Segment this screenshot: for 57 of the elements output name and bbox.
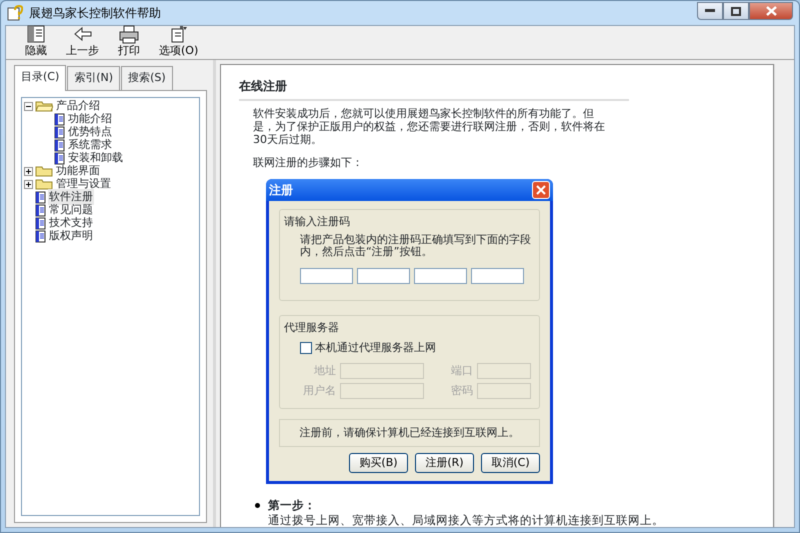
notice-text: 注册前，请确保计算机已经连接到互联网上。 <box>279 418 540 447</box>
hide-pane-icon <box>25 24 47 44</box>
collapse-toggle[interactable] <box>24 102 33 110</box>
toolbar-button[interactable]: 隐藏 <box>16 24 56 57</box>
code-field[interactable] <box>471 268 524 284</box>
tree-item[interactable]: 产品介绍 <box>55 98 101 114</box>
page-icon <box>35 204 46 216</box>
dialog-title: 注册 <box>269 182 293 199</box>
expand-toggle[interactable] <box>24 180 33 188</box>
paragraph: 软件安装成功后，您就可以使用展翅鸟家长控制软件的所有功能了。但是，为了保护正版用户的权益，您还需要进行联网注册，否则，软件将在30天后过期。 <box>253 107 606 146</box>
code-field[interactable] <box>357 268 410 284</box>
page-icon <box>35 216 46 230</box>
close-button[interactable] <box>749 2 793 20</box>
checkbox-label: 本机通过代理服务器上网 <box>315 340 436 356</box>
tab[interactable]: 索引(N) <box>67 66 120 90</box>
dialog-button[interactable]: 取消(C) <box>481 453 540 473</box>
help-icon <box>7 5 23 21</box>
open-folder-icon <box>35 100 53 112</box>
tab[interactable]: 目录(C) <box>14 65 66 90</box>
toolbar-button[interactable]: 打印 <box>109 24 149 57</box>
page-icon <box>54 138 65 152</box>
printer-icon <box>118 24 140 44</box>
dialog-button[interactable]: 注册(R) <box>415 453 474 473</box>
tab[interactable]: 搜索(S) <box>121 66 173 90</box>
tree-item[interactable]: 软件注册 <box>48 188 94 206</box>
paragraph: 联网注册的步骤如下： <box>253 156 364 169</box>
field-label: 端口 <box>450 362 473 378</box>
maximize-button[interactable] <box>723 2 749 20</box>
close-icon <box>766 6 776 16</box>
dialog-button[interactable]: 购买(B) <box>349 453 408 473</box>
maximize-icon <box>731 6 741 16</box>
expand-toggle[interactable] <box>24 166 33 176</box>
folder-icon <box>35 165 53 177</box>
page-icon <box>54 112 65 126</box>
page-icon <box>54 126 65 138</box>
step-title: 第一步： <box>268 498 317 513</box>
field-label: 密码 <box>450 383 473 399</box>
window-title: 展翅鸟家长控制软件帮助 <box>29 5 161 22</box>
bullet <box>255 503 260 508</box>
group-label: 请输入注册码 <box>282 214 352 230</box>
minimize-icon <box>705 9 715 13</box>
instruction-text: 请把产品包装内的注册码正确填写到下面的字段内，然后点击“注册”按钮。 <box>299 234 531 258</box>
toolbar-button[interactable]: 上一步 <box>60 24 105 57</box>
back-arrow-icon <box>72 24 94 44</box>
minimize-button[interactable] <box>697 2 723 20</box>
field-label: 用户名 <box>302 383 336 399</box>
folder-icon <box>35 178 53 190</box>
page-icon <box>35 230 46 242</box>
toolbar-button[interactable]: 选项(O) <box>153 24 204 57</box>
code-field[interactable] <box>414 268 467 284</box>
checkbox[interactable] <box>300 342 312 354</box>
step-text: 通过拨号上网、宽带接入、局域网接入等方式将的计算机连接到互联网上。 <box>268 513 664 527</box>
page-icon <box>35 190 46 204</box>
field-label: 地址 <box>313 362 336 378</box>
page-heading: 在线注册 <box>239 77 629 101</box>
code-field[interactable] <box>300 268 353 284</box>
page-icon <box>54 152 65 164</box>
